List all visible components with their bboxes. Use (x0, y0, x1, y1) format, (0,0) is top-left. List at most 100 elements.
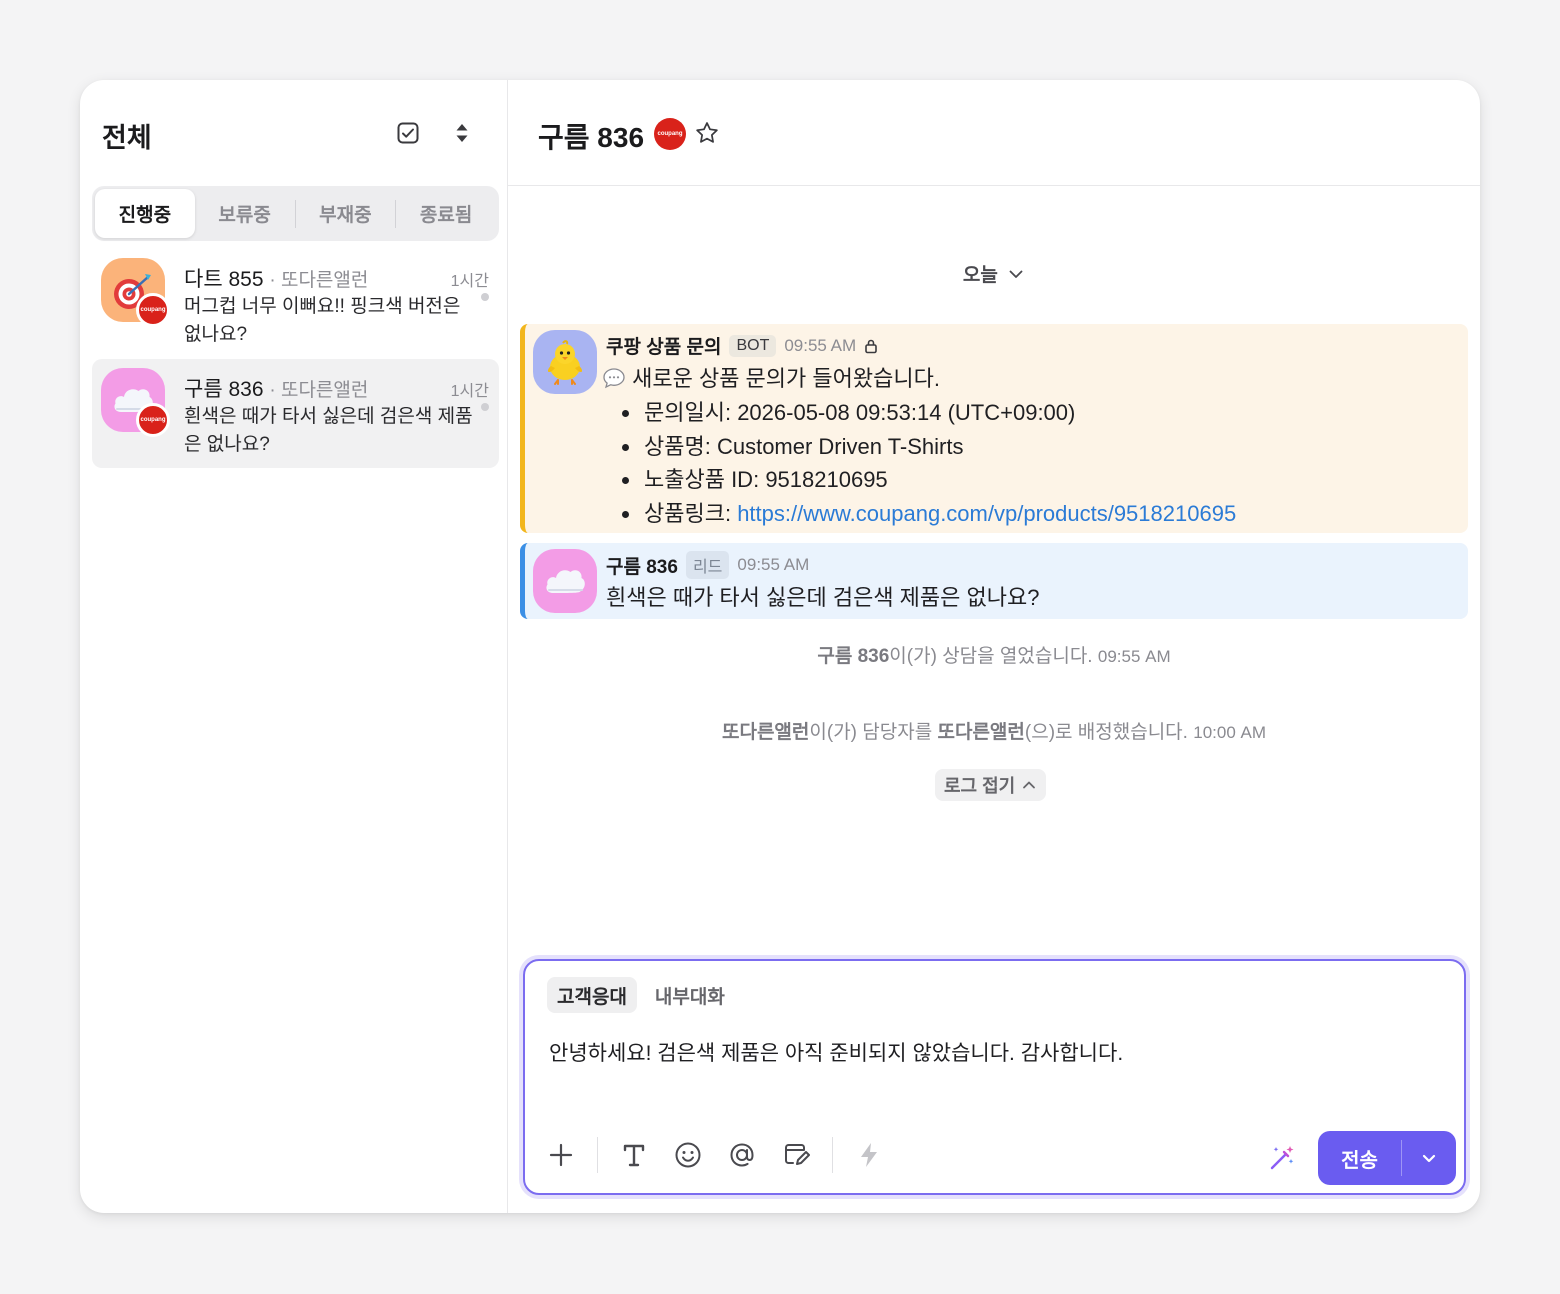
chat-title: 구름 836 · 또다른앨런 (184, 373, 368, 403)
chat-assignee: · 또다른앨런 (269, 380, 369, 401)
chat-time: 1시간 (450, 383, 489, 400)
item-value: 9518210695 (765, 467, 888, 492)
log-assignee: 또다른앨런 (937, 722, 1025, 743)
select-checkbox-icon[interactable] (393, 118, 423, 148)
date-label: 오늘 (962, 265, 998, 286)
collapse-logs-label: 로그 접기 (944, 776, 1016, 796)
inquiry-details-list: 문의일시: 2026-05-08 09:53:14 (UTC+09:00) 상품… (622, 396, 1236, 530)
send-button[interactable]: 전송 (1318, 1131, 1456, 1185)
coupang-badge-icon: coupang (136, 293, 170, 327)
lead-tag-badge: 리드 (685, 551, 730, 579)
coupang-badge-icon: coupang (136, 403, 170, 437)
sort-icon[interactable] (447, 118, 477, 148)
log-time: 10:00 AM (1193, 723, 1266, 742)
emoji-button[interactable] (670, 1137, 706, 1173)
chat-title: 다트 855 · 또다른앨런 (184, 263, 368, 293)
log-actor: 구름 836 (817, 646, 890, 667)
list-item: 노출상품 ID: 9518210695 (622, 463, 1236, 497)
chat-assignee: · 또다른앨런 (269, 270, 369, 291)
tab-missed[interactable]: 부재중 (296, 189, 396, 238)
send-options-button[interactable] (1402, 1149, 1456, 1167)
message-input[interactable]: 안녕하세요! 검은색 제품은 아직 준비되지 않았습니다. 감사합니다. (549, 1037, 1123, 1067)
text-format-icon (623, 1144, 645, 1167)
date-separator[interactable]: 오늘 (508, 260, 1480, 287)
message-header: 구름 836 리드 09:55 AM (606, 551, 809, 579)
chat-name: 다트 855 (184, 268, 264, 291)
message-body: 흰색은 때가 타서 싫은데 검은색 제품은 없나요? (606, 585, 1040, 610)
chevron-up-icon (1023, 781, 1036, 789)
avatar (533, 549, 597, 613)
message-intro-text: 새로운 상품 문의가 들어왔습니다. (632, 366, 940, 391)
coupang-badge-icon: coupang (654, 118, 686, 150)
star-icon[interactable] (694, 120, 720, 151)
avatar: coupang (101, 258, 170, 327)
unread-dot (481, 293, 489, 301)
chat-name: 구름 836 (184, 378, 264, 401)
product-link[interactable]: https://www.coupang.com/vp/products/9518… (737, 501, 1236, 526)
customer-message: 구름 836 리드 09:55 AM 흰색은 때가 타서 싫은데 검은색 제품은… (520, 543, 1468, 619)
send-label: 전송 (1341, 1149, 1378, 1172)
chat-list-item[interactable]: coupang 구름 836 · 또다른앨런 1시간 흰색은 때가 타서 싫은데… (92, 359, 499, 468)
tab-customer-reply[interactable]: 고객응대 (547, 977, 637, 1013)
item-value: Customer Driven T-Shirts (716, 433, 964, 459)
tab-in-progress[interactable]: 진행중 (95, 189, 195, 238)
plus-icon (549, 1143, 573, 1167)
log-text: 이(가) 담당자를 (809, 722, 938, 743)
ai-assist-button[interactable] (1267, 1143, 1297, 1178)
chat-panel: 구름 836 coupang 오늘 쿠팡 상품 문의 BOT 09:55 AM … (508, 80, 1480, 1213)
template-button[interactable] (778, 1137, 814, 1173)
item-label: 상품명: (644, 433, 717, 459)
chat-list-item[interactable]: coupang 다트 855 · 또다른앨런 1시간 머그컵 너무 이뻐요!! … (92, 249, 499, 358)
bot-tag-badge: BOT (729, 334, 777, 357)
composer-toolbar (543, 1137, 905, 1173)
message-header: 쿠팡 상품 문의 BOT 09:55 AM (606, 332, 878, 359)
item-label: 문의일시: (644, 400, 738, 425)
log-actor: 또다른앨런 (721, 722, 810, 743)
chat-preview: 흰색은 때가 타서 싫은데 검은색 제품은 없나요? (184, 406, 473, 455)
message-intro: 새로운 상품 문의가 들어왔습니다. (602, 362, 1236, 396)
log-text: 이(가) 상담을 열었습니다. (889, 646, 1093, 667)
system-log: 또다른앨런이(가) 담당자를 또다른앨런(으)로 배정했습니다. 10:00 A… (508, 717, 1480, 744)
chat-header: 구름 836 coupang (508, 80, 1480, 186)
add-attachment-button[interactable] (543, 1137, 579, 1173)
chick-icon (547, 340, 583, 385)
list-item: 상품명: Customer Driven T-Shirts (622, 430, 1236, 464)
bot-message: 쿠팡 상품 문의 BOT 09:55 AM 새로운 상품 문의가 들어왔습니다.… (520, 324, 1468, 533)
item-label: 상품링크: (644, 500, 738, 526)
lightning-icon (861, 1143, 877, 1167)
system-log: 구름 836이(가) 상담을 열었습니다. 09:55 AM (508, 641, 1480, 668)
unread-dot (481, 403, 489, 411)
avatar: coupang (101, 368, 170, 437)
tab-closed[interactable]: 종료됨 (396, 189, 496, 238)
toolbar-divider (832, 1137, 833, 1173)
at-mention-icon (730, 1143, 754, 1167)
item-value: 2026-05-08 09:53:14 (UTC+09:00) (737, 400, 1076, 425)
chat-preview: 머그컵 너무 이뻐요!! 핑크색 버전은 없나요? (184, 296, 461, 345)
status-tabs: 진행중 보류중 부재중 종료됨 (92, 186, 499, 241)
tab-on-hold[interactable]: 보류중 (195, 189, 295, 238)
cloud-icon (546, 570, 585, 593)
message-composer: 고객응대 내부대화 안녕하세요! 검은색 제품은 아직 준비되지 않았습니다. … (523, 959, 1466, 1195)
mention-button[interactable] (724, 1137, 760, 1173)
sidebar: 전체 진행중 보류중 부재중 종료됨 coupang 다트 855 · 또다른앨… (80, 80, 508, 1213)
list-item: 문의일시: 2026-05-08 09:53:14 (UTC+09:00) (622, 396, 1236, 430)
toolbar-divider (597, 1137, 598, 1173)
tab-internal-chat[interactable]: 내부대화 (645, 977, 735, 1013)
log-time: 09:55 AM (1097, 647, 1171, 666)
list-item: 상품링크: https://www.coupang.com/vp/product… (622, 497, 1236, 531)
quick-reply-button[interactable] (851, 1137, 887, 1173)
log-text: (으)로 배정했습니다. (1024, 722, 1188, 743)
lock-icon (865, 339, 877, 353)
message-author[interactable]: 구름 836 (606, 552, 678, 579)
composer-tabs: 고객응대 내부대화 (547, 977, 735, 1013)
edit-note-icon (785, 1144, 810, 1165)
app-window: 전체 진행중 보류중 부재중 종료됨 coupang 다트 855 · 또다른앨… (80, 80, 1480, 1213)
message-author: 쿠팡 상품 문의 (606, 337, 722, 358)
emoji-icon (675, 1142, 701, 1168)
collapse-logs-button[interactable]: 로그 접기 (935, 769, 1047, 801)
chevron-down-icon (1422, 1154, 1436, 1163)
message-time: 09:55 AM (784, 335, 857, 355)
text-format-button[interactable] (616, 1137, 652, 1173)
message-body: 새로운 상품 문의가 들어왔습니다. 문의일시: 2026-05-08 09:5… (603, 362, 1236, 530)
speech-bubble-icon (603, 368, 625, 389)
